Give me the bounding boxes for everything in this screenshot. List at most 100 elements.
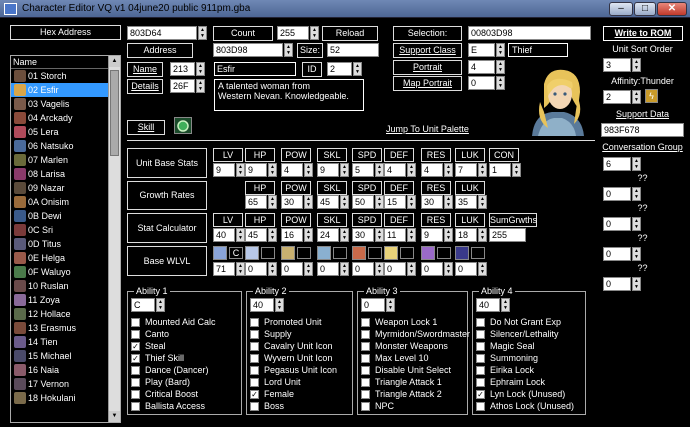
id-spinner[interactable]: ▲ ▼ — [353, 62, 362, 76]
ability-spinner[interactable]: ▲ ▼ — [386, 298, 395, 312]
ability-spinner[interactable]: ▲ ▼ — [156, 298, 165, 312]
ability-checkbox[interactable]: ✓ Female — [250, 388, 294, 400]
stat-spinner[interactable]: ▲ ▼ — [236, 163, 245, 177]
weapon-level-spinner[interactable]: ▲ ▼ — [478, 262, 487, 276]
list-item[interactable]: 07 Marlen — [11, 153, 120, 167]
stat-value-input[interactable]: 1 — [489, 163, 511, 177]
stat-spinner[interactable]: ▲ ▼ — [375, 163, 384, 177]
name-id-input[interactable]: 213 — [170, 62, 195, 76]
list-item[interactable]: 13 Erasmus — [11, 321, 120, 335]
ability-checkbox[interactable]: Myrmidon/Swordmaster — [361, 328, 470, 340]
list-item[interactable]: 12 Hollace — [11, 307, 120, 321]
stat-value-input[interactable]: 30 — [421, 195, 443, 209]
ability-checkbox[interactable]: ✓ Steal — [131, 340, 166, 352]
hex-address-input[interactable]: 803D64 — [127, 26, 197, 40]
list-item[interactable]: 08 Larisa — [11, 167, 120, 181]
stat-value-input[interactable]: 18 — [455, 228, 477, 242]
selection-input[interactable]: 00803D98 — [468, 26, 591, 40]
ability-checkbox[interactable]: Supply — [250, 328, 292, 340]
list-item[interactable]: 0B Dewi — [11, 209, 120, 223]
stat-spinner[interactable]: ▲ ▼ — [304, 195, 313, 209]
details-link[interactable]: Details — [127, 79, 163, 94]
address-spinner[interactable]: ▲ ▼ — [284, 43, 293, 57]
unit-list[interactable]: Name 01 Storch 02 Esfir 03 Vagelis 04 Arcka… — [10, 55, 121, 423]
checkbox-icon[interactable] — [361, 365, 370, 375]
list-item[interactable]: 05 Lera — [11, 125, 120, 139]
stat-spinner[interactable]: ▲ ▼ — [407, 195, 416, 209]
hex-address-spinner[interactable]: ▲ ▼ — [198, 26, 207, 40]
ability-checkbox[interactable]: Boss — [250, 400, 284, 412]
checkbox-icon[interactable] — [131, 401, 140, 411]
list-item[interactable]: 16 Naia — [11, 363, 120, 377]
stat-spinner[interactable]: ▲ ▼ — [268, 228, 277, 242]
stat-value-input[interactable]: 255 — [489, 228, 526, 242]
ability-checkbox[interactable]: Magic Seal — [476, 340, 535, 352]
stat-value-input[interactable]: 4 — [384, 163, 406, 177]
ability-checkbox[interactable]: Silencer/Lethality — [476, 328, 559, 340]
conversation-group-input[interactable]: 0 — [603, 187, 631, 201]
stat-value-input[interactable]: 24 — [317, 228, 339, 242]
weapon-level-spinner[interactable]: ▲ ▼ — [236, 262, 245, 276]
stat-spinner[interactable]: ▲ ▼ — [236, 228, 245, 242]
ability-checkbox[interactable]: Weapon Lock 1 — [361, 316, 437, 328]
checkbox-icon[interactable] — [361, 401, 370, 411]
id-input[interactable]: 2 — [327, 62, 352, 76]
stat-value-input[interactable]: 9 — [421, 228, 443, 242]
stat-spinner[interactable]: ▲ ▼ — [444, 195, 453, 209]
ability-checkbox[interactable]: Eirika Lock — [476, 364, 534, 376]
conversation-group-input[interactable]: 0 — [603, 217, 631, 231]
stat-spinner[interactable]: ▲ ▼ — [407, 163, 416, 177]
weapon-level-spinner[interactable]: ▲ ▼ — [304, 262, 313, 276]
ability-checkbox[interactable]: Canto — [131, 328, 169, 340]
stat-spinner[interactable]: ▲ ▼ — [340, 228, 349, 242]
list-item[interactable]: 10 Ruslan — [11, 279, 120, 293]
stat-value-input[interactable]: 30 — [281, 195, 303, 209]
details-id-spinner[interactable]: ▲ ▼ — [196, 79, 205, 93]
support-class-input[interactable]: E — [468, 43, 495, 57]
checkbox-icon[interactable] — [250, 317, 259, 327]
details-id-input[interactable]: 26F — [170, 79, 195, 93]
checkbox-icon[interactable] — [131, 317, 140, 327]
name-link[interactable]: Name — [127, 62, 163, 77]
stat-value-input[interactable]: 65 — [245, 195, 267, 209]
checkbox-icon[interactable] — [476, 317, 485, 327]
stat-value-input[interactable]: 9 — [213, 163, 235, 177]
ability-checkbox[interactable]: Play (Bard) — [131, 376, 190, 388]
ability-checkbox[interactable]: ✓ Lyn Lock (Unused) — [476, 388, 565, 400]
stat-spinner[interactable]: ▲ ▼ — [340, 195, 349, 209]
reload-button[interactable]: Reload — [322, 26, 378, 41]
list-item[interactable]: 14 Tien — [11, 335, 120, 349]
ability-checkbox[interactable]: Ballista Access — [131, 400, 205, 412]
weapon-level-input[interactable]: 0 — [281, 262, 303, 276]
checkbox-icon[interactable] — [131, 389, 140, 399]
checkbox-icon[interactable] — [250, 365, 259, 375]
name-id-spinner[interactable]: ▲ ▼ — [196, 62, 205, 76]
weapon-level-input[interactable]: 0 — [317, 262, 339, 276]
list-item[interactable]: 0C Sri — [11, 223, 120, 237]
conversation-group-spinner[interactable]: ▲ ▼ — [632, 187, 641, 201]
checkbox-icon[interactable] — [476, 401, 485, 411]
stat-spinner[interactable]: ▲ ▼ — [512, 163, 521, 177]
checkbox-icon[interactable] — [131, 329, 140, 339]
checkbox-icon[interactable] — [131, 377, 140, 387]
ability-checkbox[interactable]: Pegasus Unit Icon — [250, 364, 337, 376]
stat-value-input[interactable]: 9 — [317, 163, 339, 177]
stat-value-input[interactable]: 45 — [245, 228, 267, 242]
stat-value-input[interactable]: 7 — [455, 163, 477, 177]
checkbox-icon[interactable] — [250, 329, 259, 339]
support-data-input[interactable]: 983F678 — [601, 123, 684, 137]
stat-spinner[interactable]: ▲ ▼ — [375, 228, 384, 242]
portrait-spinner[interactable]: ▲ ▼ — [496, 60, 505, 74]
weapon-level-spinner[interactable]: ▲ ▼ — [375, 262, 384, 276]
conversation-group-link[interactable]: Conversation Group — [601, 141, 684, 156]
weapon-level-input[interactable]: 0 — [245, 262, 267, 276]
scroll-thumb[interactable] — [110, 70, 119, 156]
count-spinner[interactable]: ▲ ▼ — [310, 26, 319, 40]
conversation-group-input[interactable]: 6 — [603, 157, 631, 171]
list-item[interactable]: 18 Hokulani — [11, 391, 120, 405]
conversation-group-spinner[interactable]: ▲ ▼ — [632, 277, 641, 291]
write-to-rom-button[interactable]: Write to ROM — [603, 26, 683, 41]
weapon-level-spinner[interactable]: ▲ ▼ — [444, 262, 453, 276]
checkbox-icon[interactable] — [250, 353, 259, 363]
stat-value-input[interactable]: 4 — [281, 163, 303, 177]
